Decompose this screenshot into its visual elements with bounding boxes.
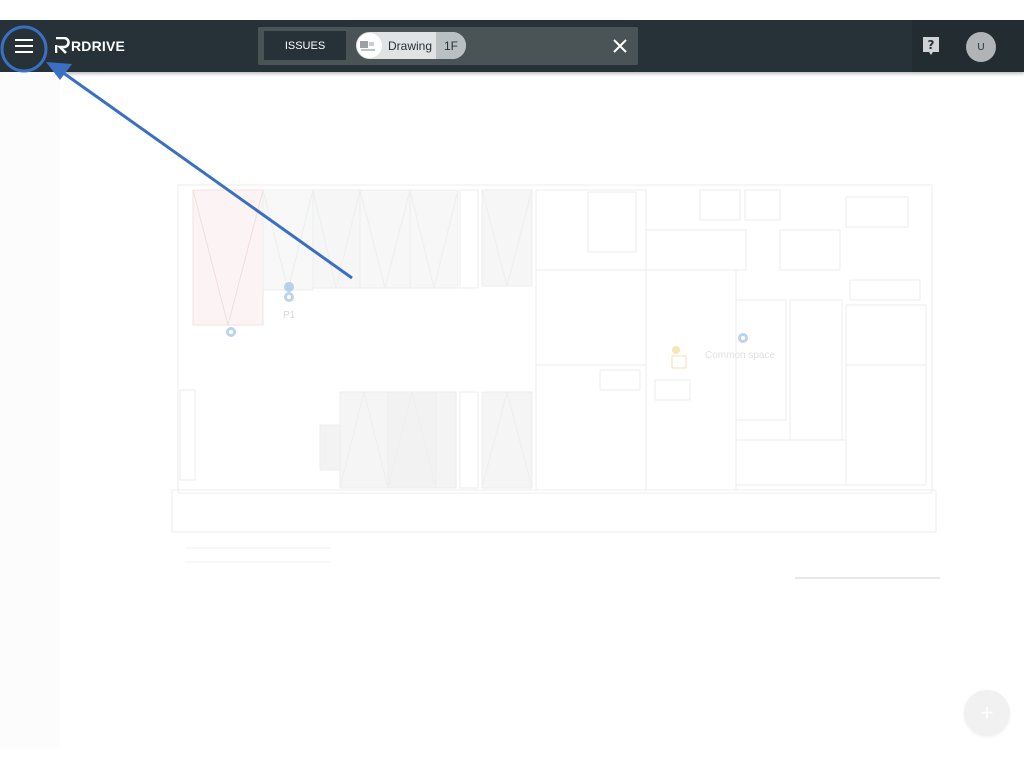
close-button[interactable] [610,36,630,56]
drawing-chip-label: Drawing [388,38,433,53]
add-issue-button[interactable]: + [964,690,1010,736]
top-app-bar: RDRIVE ISSUES Drawing 1F ? U [0,20,1024,72]
help-button[interactable]: ? [922,36,940,56]
issue-pin-common-space[interactable] [738,333,748,343]
issue-pin[interactable] [226,327,236,337]
hamburger-menu-icon [15,39,33,53]
help-icon: ? [923,37,939,55]
hamburger-menu-button[interactable] [6,28,42,64]
close-icon [613,39,627,53]
floor-plan-drawing[interactable]: P1 Common space [0,72,1024,762]
logo-mark-icon [55,37,70,54]
plus-icon: + [980,700,994,725]
issues-button[interactable]: ISSUES [264,31,346,60]
app-logo: RDRIVE [55,37,125,54]
user-avatar[interactable]: U [966,32,996,62]
pin-label-p1: P1 [283,310,296,321]
floor-badge: 1F [436,32,466,59]
issue-pin-p1[interactable] [284,282,295,305]
drawing-thumbnail [357,33,382,58]
context-bar: ISSUES Drawing 1F [258,27,638,65]
drawing-chip[interactable]: Drawing 1F [356,32,466,59]
svg-text:?: ? [928,38,935,52]
avatar-initial: U [977,41,985,53]
logo-text: RDRIVE [71,37,126,54]
issues-button-label: ISSUES [284,39,326,52]
pin-label-common-space: Common space [705,350,775,361]
